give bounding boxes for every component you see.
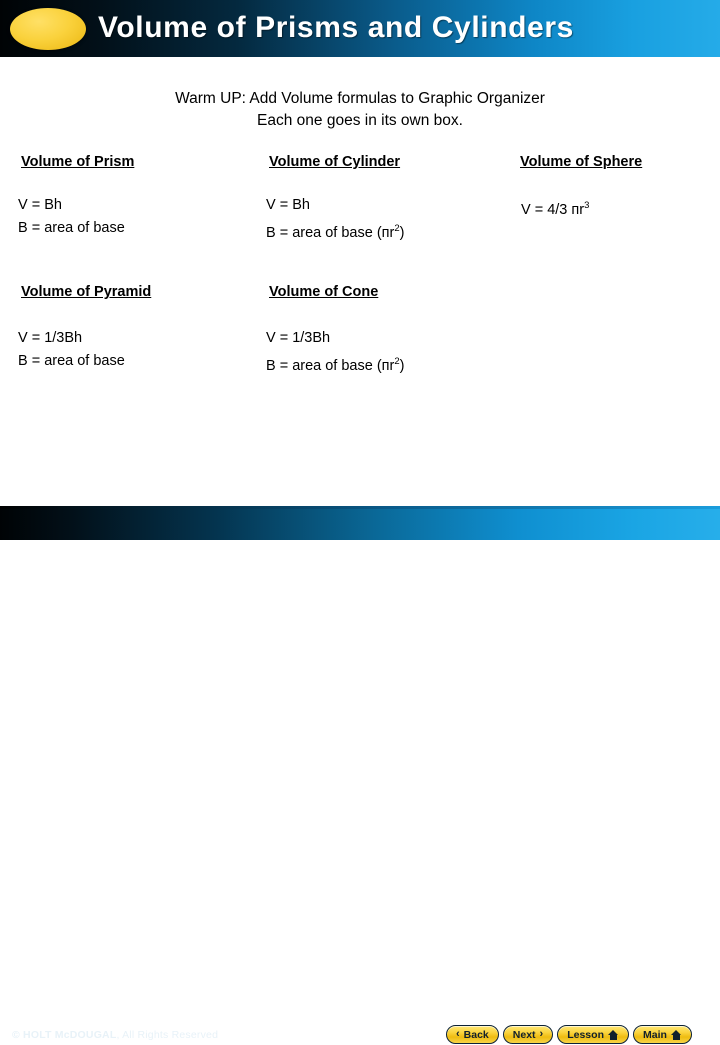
formula-cylinder: V = Bh B = area of base (пr2) <box>266 194 405 245</box>
back-button-label: Back <box>463 1028 489 1041</box>
main-button-label: Main <box>642 1028 667 1041</box>
formula-sphere-exponent: 3 <box>584 200 590 211</box>
next-button[interactable]: Next › <box>502 1025 554 1044</box>
formula-cone-line-2-text: B = area of base (пr <box>266 357 395 374</box>
ellipse-logo-icon <box>10 8 86 50</box>
heading-volume-of-pyramid: Volume of Pyramid <box>21 284 152 300</box>
next-button-label: Next <box>512 1028 536 1041</box>
home-icon <box>670 1029 682 1040</box>
heading-volume-of-sphere: Volume of Sphere <box>520 154 643 170</box>
back-button[interactable]: ‹ Back <box>446 1025 499 1044</box>
main-button[interactable]: Main <box>632 1025 692 1044</box>
formula-cylinder-line-2-text: B = area of base (пr <box>266 224 395 241</box>
lesson-button[interactable]: Lesson <box>557 1025 629 1044</box>
formula-cone-line-2-close: ) <box>399 357 405 374</box>
lesson-button-label: Lesson <box>567 1028 604 1041</box>
copyright-text: © HOLT McDOUGAL, All Rights Reserved <box>12 1029 218 1041</box>
heading-volume-of-cone: Volume of Cone <box>269 284 379 300</box>
formula-prism-line-2: B = area of base <box>18 220 125 236</box>
copyright-brand: © HOLT McDOUGAL <box>12 1029 117 1041</box>
formula-cone-line-2: B = area of base (пr2) <box>266 350 405 378</box>
warmup-instructions: Warm UP: Add Volume formulas to Graphic … <box>0 88 720 132</box>
slide: Volume of Prisms and Cylinders Warm UP: … <box>0 0 720 1044</box>
formula-cylinder-line-1: V = Bh <box>266 197 310 213</box>
formula-cylinder-line-2-close: ) <box>399 224 405 241</box>
formula-pyramid-line-1: V = 1/3Bh <box>18 330 83 346</box>
slide-footer-bar: © HOLT McDOUGAL, All Rights Reserved ‹ B… <box>0 509 720 1044</box>
formula-pyramid: V = 1/3Bh B = area of base <box>18 327 125 373</box>
formula-cone-line-1: V = 1/3Bh <box>266 330 331 346</box>
home-icon <box>607 1029 619 1040</box>
formula-sphere-line-1-text: V = 4/3 пr <box>521 201 585 218</box>
slide-header-bar: Volume of Prisms and Cylinders <box>0 0 720 57</box>
warmup-line-2: Each one goes in its own box. <box>257 112 463 129</box>
heading-volume-of-prism: Volume of Prism <box>21 154 135 170</box>
chevron-left-icon: ‹ <box>456 1028 460 1040</box>
chevron-right-icon: › <box>539 1028 544 1040</box>
formula-prism-line-1: V = Bh <box>18 197 62 213</box>
heading-volume-of-cylinder: Volume of Cylinder <box>269 154 401 170</box>
warmup-line-1: Warm UP: Add Volume formulas to Graphic … <box>175 90 545 107</box>
page-title: Volume of Prisms and Cylinders <box>98 11 574 44</box>
formula-pyramid-line-2: B = area of base <box>18 353 125 369</box>
formula-sphere: V = 4/3 пr3 <box>521 194 589 222</box>
formula-sphere-line-1: V = 4/3 пr3 <box>521 194 589 222</box>
formula-cylinder-line-2: B = area of base (пr2) <box>266 217 405 245</box>
formula-cone: V = 1/3Bh B = area of base (пr2) <box>266 327 405 378</box>
navigation-buttons: ‹ Back Next › Lesson Main <box>446 1024 712 1045</box>
formula-prism: V = Bh B = area of base <box>18 194 125 240</box>
copyright-rights: , All Rights Reserved <box>116 1029 219 1041</box>
